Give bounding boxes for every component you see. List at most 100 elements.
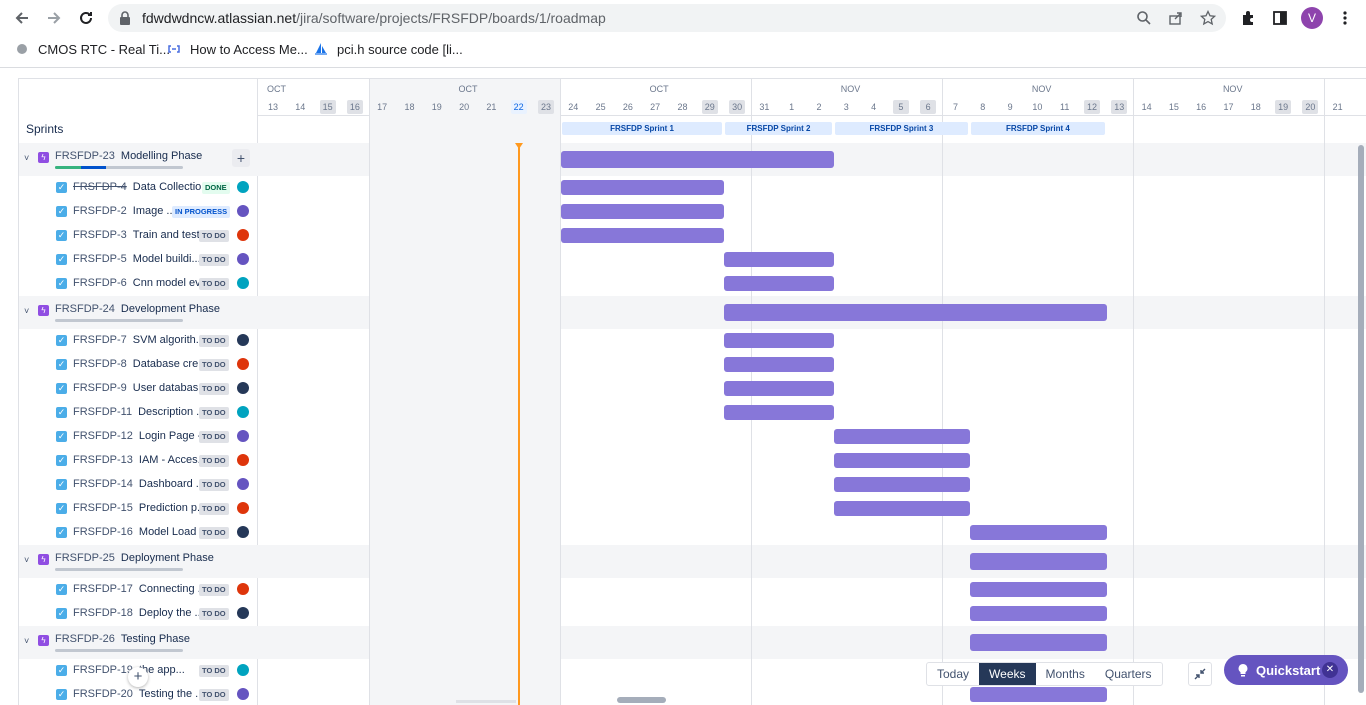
status-lozenge[interactable]: TO DO [199, 254, 229, 266]
reload-icon[interactable] [74, 6, 98, 30]
status-lozenge[interactable]: TO DO [199, 278, 229, 290]
horizontal-scroll-track[interactable] [456, 700, 516, 703]
add-child-issue-button[interactable]: + [232, 149, 250, 167]
assignee-avatar[interactable] [237, 181, 249, 193]
status-lozenge[interactable]: TO DO [199, 689, 229, 701]
close-icon[interactable]: ✕ [1322, 662, 1338, 678]
issue-timeline-bar[interactable] [833, 429, 971, 444]
profile-avatar[interactable]: V [1301, 7, 1323, 29]
status-lozenge[interactable]: TO DO [199, 431, 229, 443]
issue-title[interactable]: FRSFDP-3 Train and test... [73, 229, 209, 241]
issue-row[interactable]: ✓ FRSFDP-11 Description ... TO DO [19, 402, 258, 424]
issue-timeline-bar[interactable] [970, 582, 1107, 597]
status-lozenge[interactable]: TO DO [199, 359, 229, 371]
share-icon[interactable] [1168, 10, 1184, 26]
view-option-weeks[interactable]: Weeks [979, 663, 1036, 685]
status-lozenge[interactable]: TO DO [199, 665, 229, 677]
issue-timeline-bar[interactable] [724, 357, 834, 372]
epic-timeline-bar[interactable] [560, 151, 834, 168]
issue-title[interactable]: FRSFDP-6 Cnn model ev... [73, 277, 209, 289]
assignee-avatar[interactable] [237, 583, 249, 595]
epic-timeline-bar[interactable] [970, 553, 1107, 570]
issue-title[interactable]: FRSFDP-12 Login Page -... [73, 430, 210, 442]
chevron-down-icon[interactable]: ˅ [24, 555, 29, 565]
sprint-pill[interactable]: FRSFDP Sprint 3 [834, 122, 969, 135]
issue-timeline-bar[interactable] [724, 276, 834, 291]
create-issue-button[interactable]: + [128, 667, 148, 687]
issue-row[interactable]: ✓ FRSFDP-17 Connecting ... TO DO [19, 579, 258, 601]
sprint-pill[interactable]: FRSFDP Sprint 4 [971, 122, 1105, 135]
issue-row[interactable]: ✓ FRSFDP-13 IAM - Acces... TO DO [19, 450, 258, 472]
issue-timeline-bar[interactable] [724, 405, 834, 420]
chevron-down-icon[interactable]: ˅ [24, 306, 29, 316]
issue-row[interactable]: ✓ FRSFDP-16 Model Load ... TO DO [19, 522, 258, 544]
epic-row[interactable]: ˅ ϟ FRSFDP-26 Testing Phase [19, 630, 258, 654]
epic-timeline-bar[interactable] [970, 634, 1107, 651]
status-lozenge[interactable]: DONE [202, 182, 230, 194]
bookmark-item[interactable]: How to Access Me... [166, 39, 308, 59]
assignee-avatar[interactable] [237, 430, 249, 442]
assignee-avatar[interactable] [237, 478, 249, 490]
assignee-avatar[interactable] [237, 688, 249, 700]
extensions-icon[interactable] [1237, 7, 1259, 29]
assignee-avatar[interactable] [237, 358, 249, 370]
issue-title[interactable]: FRSFDP-8 Database cre... [73, 358, 207, 370]
issue-row[interactable]: ✓ FRSFDP-14 Dashboard ... TO DO [19, 474, 258, 496]
issue-timeline-bar[interactable] [560, 180, 725, 195]
view-option-months[interactable]: Months [1036, 663, 1095, 685]
status-lozenge[interactable]: IN PROGRESS [172, 206, 231, 218]
status-lozenge[interactable]: TO DO [199, 335, 229, 347]
bookmark-star-icon[interactable] [1199, 9, 1217, 26]
status-lozenge[interactable]: TO DO [199, 383, 229, 395]
issue-timeline-bar[interactable] [970, 687, 1107, 702]
issue-title[interactable]: FRSFDP-20 Testing the ... [73, 688, 204, 700]
issue-title[interactable]: FRSFDP-16 Model Load ... [73, 526, 209, 538]
horizontal-scrollbar[interactable] [617, 697, 666, 703]
menu-kebab-icon[interactable] [1334, 7, 1356, 29]
assignee-avatar[interactable] [237, 526, 249, 538]
issue-timeline-bar[interactable] [560, 228, 725, 243]
assignee-avatar[interactable] [237, 454, 249, 466]
epic-row[interactable]: ˅ ϟ FRSFDP-25 Deployment Phase [19, 549, 258, 573]
issue-timeline-bar[interactable] [724, 252, 834, 267]
assignee-avatar[interactable] [237, 607, 249, 619]
issue-row[interactable]: ✓ FRSFDP-18 Deploy the ... TO DO [19, 603, 258, 625]
issue-title[interactable]: FRSFDP-5 Model buildi... [73, 253, 201, 265]
status-lozenge[interactable]: TO DO [199, 503, 229, 515]
issue-timeline-bar[interactable] [833, 477, 971, 492]
assignee-avatar[interactable] [237, 253, 249, 265]
issue-row[interactable]: ✓ FRSFDP-2 Image ... IN PROGRESS [19, 201, 258, 223]
issue-title[interactable]: FRSFDP-7 SVM algorith... [73, 334, 205, 346]
epic-title[interactable]: FRSFDP-24 Development Phase [55, 303, 220, 315]
issue-timeline-bar[interactable] [970, 525, 1107, 540]
epic-timeline-bar[interactable] [724, 304, 1107, 321]
epic-title[interactable]: FRSFDP-25 Deployment Phase [55, 552, 214, 564]
assignee-avatar[interactable] [237, 229, 249, 241]
issue-title[interactable]: FRSFDP-2 Image ... [73, 205, 176, 217]
view-option-today[interactable]: Today [927, 663, 979, 685]
assignee-avatar[interactable] [237, 277, 249, 289]
issue-row[interactable]: ✓ FRSFDP-7 SVM algorith... TO DO [19, 330, 258, 352]
epic-title[interactable]: FRSFDP-23 Modelling Phase [55, 150, 202, 162]
issue-row[interactable]: ✓ FRSFDP-4 Data Collectio... DONE [19, 177, 258, 199]
side-panel-icon[interactable] [1269, 7, 1291, 29]
issue-timeline-bar[interactable] [724, 333, 834, 348]
sprint-pill[interactable]: FRSFDP Sprint 2 [725, 122, 832, 135]
url-text[interactable]: fdwdwdncw.atlassian.net/jira/software/pr… [142, 10, 606, 26]
issue-title[interactable]: FRSFDP-13 IAM - Acces... [73, 454, 207, 466]
status-lozenge[interactable]: TO DO [199, 479, 229, 491]
issue-row[interactable]: ✓ FRSFDP-15 Prediction p... TO DO [19, 498, 258, 520]
issue-row[interactable]: ✓ FRSFDP-12 Login Page -... TO DO [19, 426, 258, 448]
issue-row[interactable]: ✓ FRSFDP-3 Train and test... TO DO [19, 225, 258, 247]
assignee-avatar[interactable] [237, 205, 249, 217]
issue-row[interactable]: ✓ FRSFDP-8 Database cre... TO DO [19, 354, 258, 376]
sprint-pill[interactable]: FRSFDP Sprint 1 [561, 122, 723, 135]
issue-row[interactable]: ✓ FRSFDP-6 Cnn model ev... TO DO [19, 273, 258, 295]
quickstart-button[interactable]: Quickstart ✕ [1224, 655, 1348, 685]
chevron-down-icon[interactable]: ˅ [24, 636, 29, 646]
collapse-icon[interactable] [1188, 662, 1212, 686]
issue-title[interactable]: FRSFDP-11 Description ... [73, 406, 205, 418]
issue-row[interactable]: ✓ FRSFDP-20 Testing the ... TO DO [19, 684, 258, 705]
status-lozenge[interactable]: TO DO [199, 230, 229, 242]
issue-title[interactable]: FRSFDP-18 Deploy the ... [73, 607, 204, 619]
